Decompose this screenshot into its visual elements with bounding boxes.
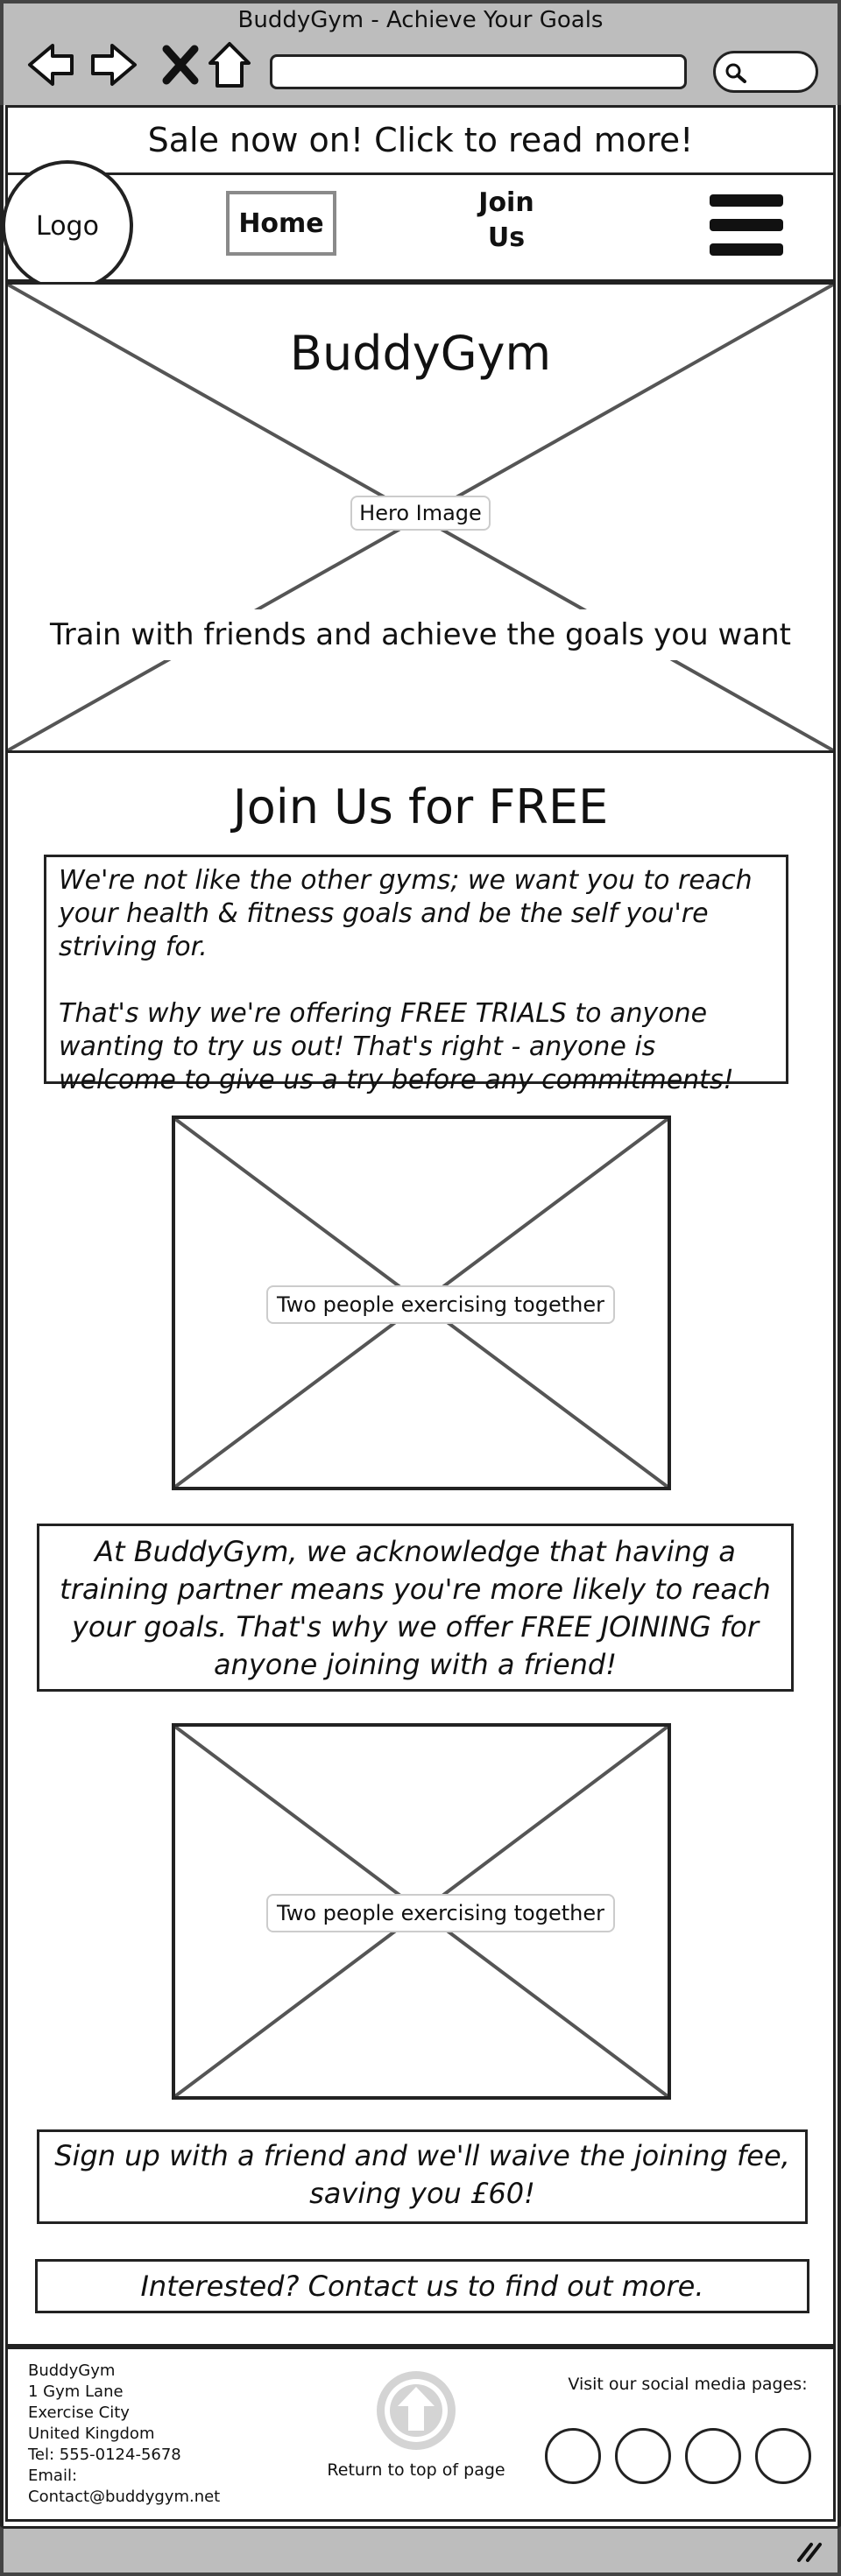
signup-text: Sign up with a friend and we'll waive th…	[54, 2139, 790, 2210]
intro-paragraph-1: We're not like the other gyms; we want y…	[59, 865, 753, 962]
image-label-1: Two people exercising together	[266, 1285, 615, 1324]
home-icon[interactable]	[203, 39, 256, 91]
sale-banner[interactable]: Sale now on! Click to read more!	[5, 105, 836, 175]
intro-text-box: We're not like the other gyms; we want y…	[44, 855, 788, 1095]
social-media-label: Visit our social media pages:	[568, 2375, 808, 2394]
signup-offer-box: Sign up with a friend and we'll waive th…	[37, 2129, 808, 2224]
nav-home-label: Home	[238, 208, 324, 239]
close-x-icon[interactable]	[154, 39, 207, 91]
nav-join-us-link[interactable]: Join Us	[454, 186, 559, 256]
hero-title: BuddyGym	[5, 326, 836, 381]
address-line: 1 Gym Lane	[28, 2382, 124, 2401]
browser-search-field[interactable]	[713, 51, 818, 93]
social-media-link-2[interactable]	[615, 2428, 671, 2484]
back-to-top-button[interactable]	[377, 2371, 456, 2450]
address-line: Email:	[28, 2467, 78, 2485]
hero-tagline: Train with friends and achieve the goals…	[35, 609, 806, 660]
contact-text: Interested? Contact us to find out more.	[140, 2270, 704, 2303]
window-title: BuddyGym - Achieve Your Goals	[237, 7, 604, 33]
partner-text: At BuddyGym, we acknowledge that having …	[60, 1535, 771, 1681]
partner-text-box: At BuddyGym, we acknowledge that having …	[37, 1524, 794, 1692]
logo[interactable]: Logo	[2, 160, 133, 292]
arrow-up-circle-icon	[385, 2379, 448, 2442]
nav-join-label-line2: Us	[487, 222, 526, 253]
address-line: United Kingdom	[28, 2425, 155, 2443]
browser-status-bar	[0, 2526, 841, 2576]
magnifier-icon	[725, 63, 746, 83]
hero-image-label: Hero Image	[350, 496, 491, 531]
forward-arrow-icon[interactable]	[88, 39, 140, 91]
social-media-link-4[interactable]	[755, 2428, 811, 2484]
address-line: BuddyGym	[28, 2361, 116, 2380]
hamburger-menu-icon[interactable]	[710, 194, 783, 256]
image-label-2: Two people exercising together	[266, 1894, 615, 1932]
page: BuddyGym - Achieve Your Goals Sale now o…	[0, 0, 841, 2576]
social-media-link-1[interactable]	[545, 2428, 601, 2484]
section-title: Join Us for FREE	[232, 779, 609, 834]
back-to-top-label[interactable]: Return to top of page	[298, 2460, 534, 2480]
url-bar[interactable]	[270, 54, 687, 89]
nav-join-label-line1: Join	[478, 187, 534, 218]
logo-text: Logo	[36, 210, 99, 242]
address-email[interactable]: Contact@buddygym.net	[28, 2487, 256, 2508]
social-media-link-3[interactable]	[685, 2428, 741, 2484]
image-placeholder-2: Two people exercising together	[172, 1723, 671, 2100]
footer-address: BuddyGym 1 Gym Lane Exercise City United…	[28, 2361, 256, 2508]
address-phone: Tel: 555-0124-5678	[28, 2446, 181, 2464]
contact-cta-box[interactable]: Interested? Contact us to find out more.	[35, 2259, 809, 2313]
resize-grip-icon[interactable]	[795, 2537, 825, 2564]
back-arrow-icon[interactable]	[25, 39, 77, 91]
sale-banner-text: Sale now on! Click to read more!	[147, 121, 694, 159]
intro-paragraph-2: That's why we're offering FREE TRIALS to…	[59, 998, 734, 1095]
address-line: Exercise City	[28, 2404, 130, 2422]
image-placeholder-1: Two people exercising together	[172, 1116, 671, 1490]
nav-home-link[interactable]: Home	[226, 191, 336, 256]
